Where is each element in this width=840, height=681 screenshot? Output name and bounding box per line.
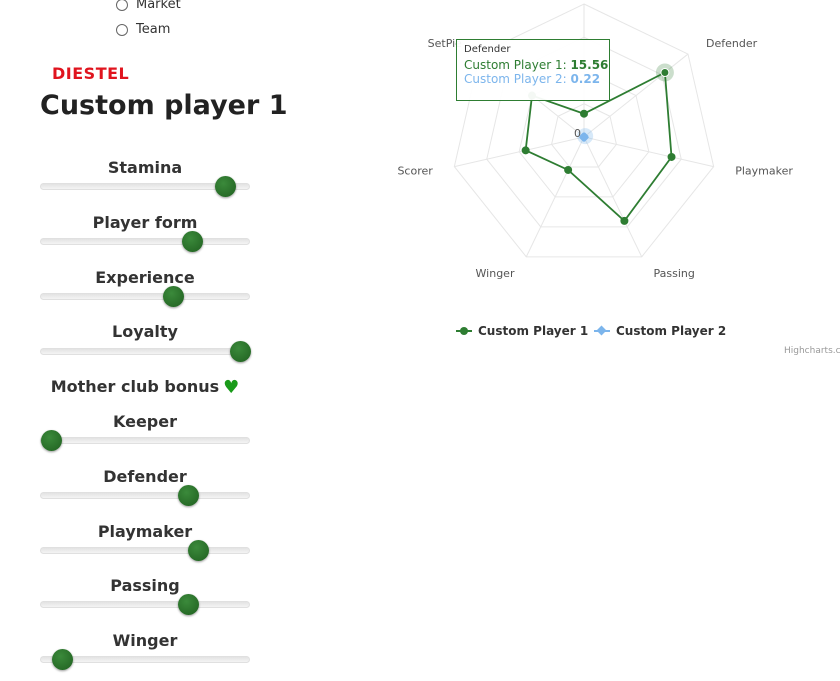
legend-player2-label: Custom Player 2 — [616, 324, 727, 338]
radar-chart: DefenderPlaymakerPassingWingerScorerSetP… — [397, 3, 793, 280]
tooltip-category: Defender — [464, 44, 511, 55]
radar-spoke-5 — [454, 136, 585, 168]
custom-player-1-point-winger[interactable] — [564, 165, 573, 174]
radar-axis-label-playmaker: Playmaker — [735, 165, 793, 178]
custom-player-1-point-passing[interactable] — [620, 216, 629, 225]
custom-player-1-point-defender[interactable] — [660, 67, 670, 77]
legend-line-circle-icon — [456, 326, 472, 336]
legend-line-diamond-icon — [594, 325, 610, 336]
radar-axis-label-passing: Passing — [654, 267, 695, 280]
radar-center-label: 0 — [574, 127, 581, 140]
custom-player-1-point-playmaker[interactable] — [667, 152, 676, 161]
radar-axis-label-defender: Defender — [706, 37, 758, 50]
custom-player-1-point-keeper[interactable] — [580, 109, 588, 118]
radar-spoke-2 — [583, 136, 714, 168]
legend-player1-label: Custom Player 1 — [478, 324, 589, 338]
tooltip-row-player2: Custom Player 2: 0.22 — [464, 72, 602, 86]
radar-axis-label-winger: Winger — [476, 267, 515, 280]
tooltip-player2-label: Custom Player 2: — [464, 72, 567, 86]
chart-tooltip: Defender Custom Player 1: 15.56 Custom P… — [456, 39, 610, 101]
custom-player-1-point-scorer[interactable] — [521, 146, 530, 155]
legend-item-player1[interactable]: Custom Player 1 — [456, 324, 588, 338]
tooltip-player1-label: Custom Player 1: — [464, 58, 567, 72]
tooltip-player2-value: 0.22 — [570, 72, 601, 86]
radar-axis-label-scorer: Scorer — [397, 165, 433, 178]
tooltip-player1-value: 15.56 — [570, 58, 609, 72]
tooltip-row-player1: Custom Player 1: 15.56 — [464, 58, 608, 72]
legend-item-player2[interactable]: Custom Player 2 — [594, 324, 726, 338]
chart-credits[interactable]: Highcharts.c — [784, 346, 840, 356]
